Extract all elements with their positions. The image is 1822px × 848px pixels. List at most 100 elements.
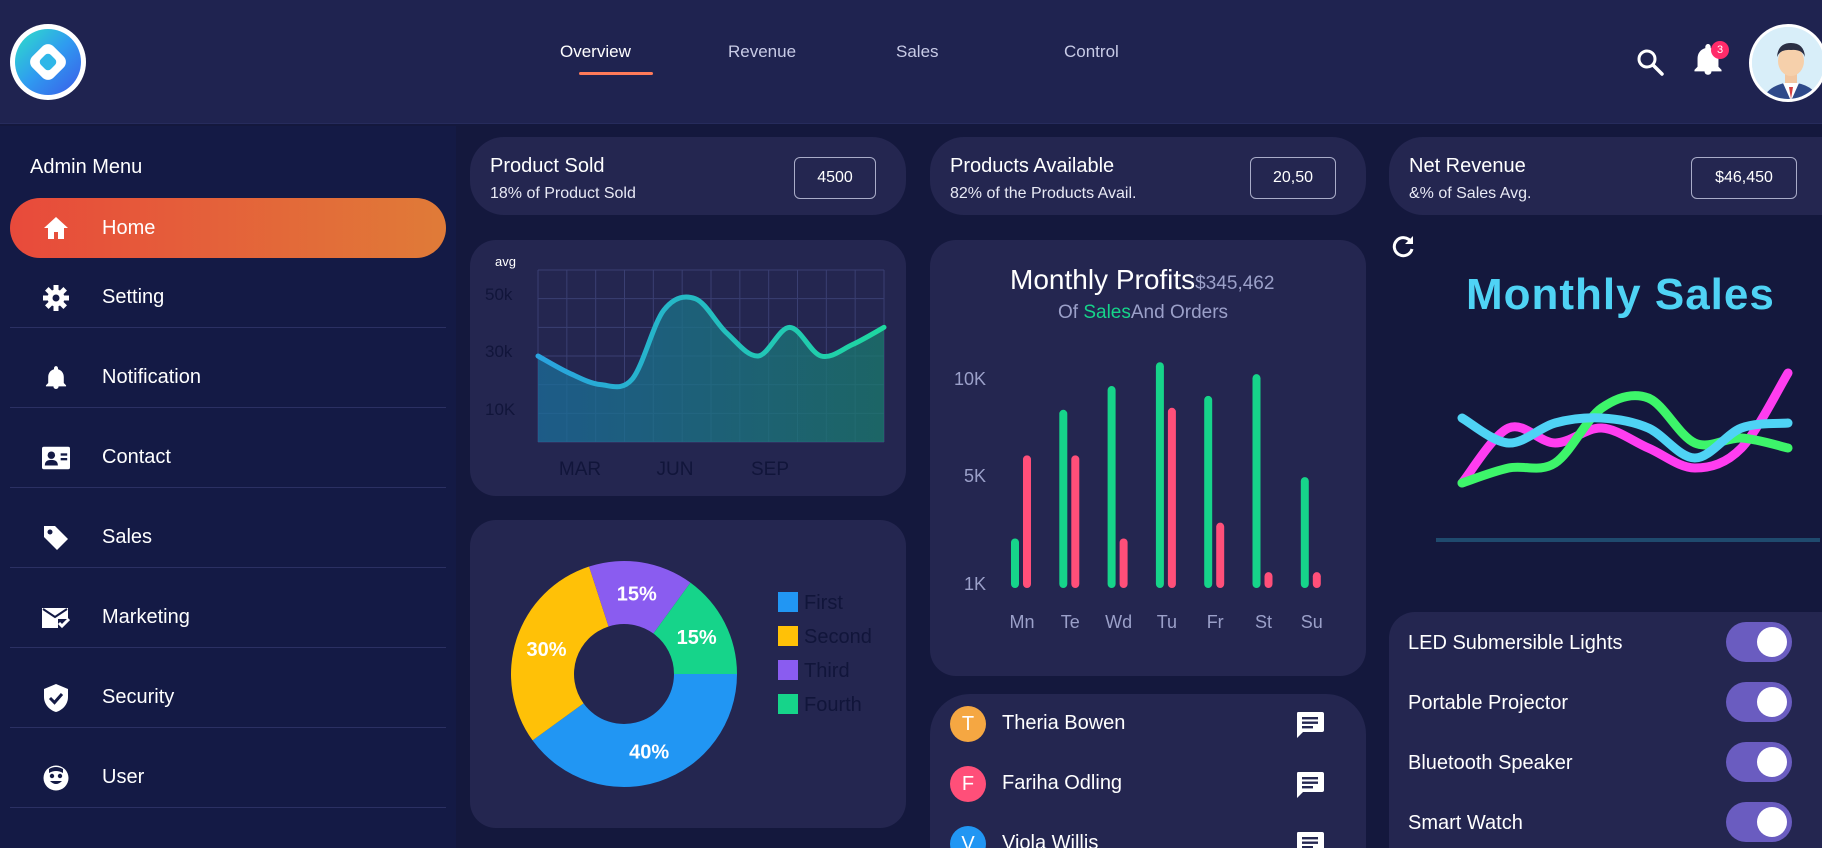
bar	[1023, 455, 1031, 588]
x-tick-label: Fr	[1207, 612, 1224, 632]
sidebar-item-label: Sales	[102, 526, 153, 548]
bar-chart-card: Monthly Profits$345,462 Of SalesAnd Orde…	[930, 240, 1366, 676]
area-fill	[538, 296, 884, 442]
sidebar-item-label: Marketing	[102, 606, 190, 628]
stat-card-products-available: Products Available 82% of the Products A…	[930, 137, 1366, 215]
active-tab-indicator	[579, 72, 653, 75]
bar	[1264, 572, 1273, 588]
stat-title: Product Sold	[490, 155, 605, 177]
x-tick-label: Mn	[1009, 612, 1034, 632]
sidebar-title: Admin Menu	[30, 156, 143, 178]
sidebar-item-label: Security	[102, 686, 175, 708]
stat-title: Products Available	[950, 155, 1115, 177]
area-chart-card: avg 50k 30k 10K MAR JUN SEP	[470, 240, 906, 496]
pie-chart-card: 40% 30% 15% 15% First Second Third Fourth	[470, 520, 906, 828]
toggle-switch[interactable]	[1726, 682, 1792, 722]
y-tick-label: 10K	[485, 400, 516, 419]
toggle-label: Portable Projector	[1408, 692, 1569, 714]
toggle-label: LED Submersible Lights	[1408, 632, 1623, 654]
bar	[1059, 409, 1068, 588]
chart-title: Monthly Sales	[1466, 270, 1775, 319]
sidebar-item-setting[interactable]: Setting	[10, 268, 446, 328]
notifications-button[interactable]: 3	[1693, 41, 1729, 78]
donut-chart: 40% 30% 15% 15% First Second Third Fourth	[511, 561, 872, 787]
toggle-row: Bluetooth Speaker	[1408, 734, 1808, 794]
pie-data-label: 15%	[617, 584, 657, 606]
sidebar-item-contact[interactable]: Contact	[10, 428, 446, 488]
bar	[1155, 362, 1164, 588]
list-item[interactable]: F Fariha Odling	[950, 760, 1330, 816]
bar	[1204, 395, 1213, 588]
sidebar-item-marketing[interactable]: Marketing	[10, 588, 446, 648]
x-tick-label: SEP	[751, 459, 789, 480]
message-icon[interactable]	[1296, 772, 1324, 798]
app-logo[interactable]	[10, 24, 86, 100]
x-tick-label: St	[1255, 612, 1272, 632]
sidebar-item-label: Notification	[102, 366, 201, 388]
contact-name: Fariha Odling	[1002, 772, 1123, 794]
logo-mark	[15, 29, 81, 95]
legend-swatch	[778, 592, 798, 612]
stat-value: 20,50	[1250, 157, 1336, 199]
tab-control[interactable]: Control	[1064, 42, 1232, 62]
sidebar-item-notification[interactable]: Notification	[10, 348, 446, 408]
sidebar-item-security[interactable]: Security	[10, 668, 446, 728]
pie-data-label: 30%	[526, 639, 566, 661]
avatar[interactable]	[1749, 24, 1822, 102]
x-tick-label: Te	[1061, 612, 1080, 632]
y-tick-label: 5K	[964, 466, 986, 486]
bar	[1252, 374, 1261, 588]
x-tick-label: Wd	[1105, 612, 1132, 632]
pie-data-label: 40%	[629, 742, 669, 764]
tab-sales[interactable]: Sales	[896, 42, 1064, 62]
toggle-label: Bluetooth Speaker	[1408, 752, 1573, 774]
top-nav: Overview Revenue Sales Control	[560, 42, 1232, 75]
sidebar-item-label: Contact	[102, 446, 171, 468]
sidebar-item-label: Home	[102, 216, 156, 239]
list-item[interactable]: T Theria Bowen	[950, 700, 1330, 756]
refresh-icon[interactable]	[1390, 234, 1416, 260]
sidebar-item-label: User	[102, 766, 145, 788]
sidebar-item-user[interactable]: User	[10, 748, 446, 808]
x-tick-label: JUN	[657, 459, 694, 480]
stat-value: 4500	[794, 157, 876, 199]
home-icon	[42, 214, 70, 242]
legend-label: Second	[804, 626, 872, 648]
stat-subtitle: 82% of the Products Avail.	[950, 185, 1137, 202]
legend-swatch	[778, 694, 798, 714]
bar	[1011, 538, 1019, 588]
area-chart: avg 50k 30k 10K MAR JUN SEP	[485, 254, 887, 480]
tab-overview[interactable]: Overview	[560, 42, 728, 75]
x-tick-label: Tu	[1157, 612, 1177, 632]
toggle-switch[interactable]	[1726, 622, 1792, 662]
message-icon[interactable]	[1296, 712, 1324, 738]
stat-card-product-sold: Product Sold 18% of Product Sold 4500	[470, 137, 906, 215]
sidebar-item-home[interactable]: Home	[10, 198, 446, 258]
mail-check-icon	[42, 604, 70, 632]
legend-swatch	[778, 660, 798, 680]
search-icon[interactable]	[1636, 48, 1664, 76]
tab-label: Revenue	[728, 42, 797, 61]
sidebar-item-sales[interactable]: Sales	[10, 508, 446, 568]
bar	[1300, 477, 1309, 588]
y-tick-label: 1K	[964, 574, 986, 594]
user-face-icon	[42, 764, 70, 792]
toggle-switch[interactable]	[1726, 802, 1792, 842]
contact-avatar: F	[950, 766, 986, 802]
message-icon[interactable]	[1296, 832, 1324, 848]
bar	[1167, 407, 1176, 588]
contact-avatar: V	[950, 826, 986, 848]
tab-revenue[interactable]: Revenue	[728, 42, 896, 62]
legend-swatch	[778, 626, 798, 646]
stat-title: Net Revenue	[1409, 155, 1526, 177]
list-item[interactable]: V Viola Willis	[950, 820, 1330, 848]
stat-value: $46,450	[1691, 157, 1797, 199]
bar	[1312, 572, 1321, 588]
toggle-switch[interactable]	[1726, 742, 1792, 782]
toggle-row: Smart Watch	[1408, 794, 1808, 848]
tab-label: Sales	[896, 42, 939, 61]
logo-diamond	[26, 40, 70, 84]
notification-badge: 3	[1711, 41, 1729, 59]
bar	[1071, 455, 1080, 588]
monthly-sales-chart	[1436, 368, 1820, 542]
